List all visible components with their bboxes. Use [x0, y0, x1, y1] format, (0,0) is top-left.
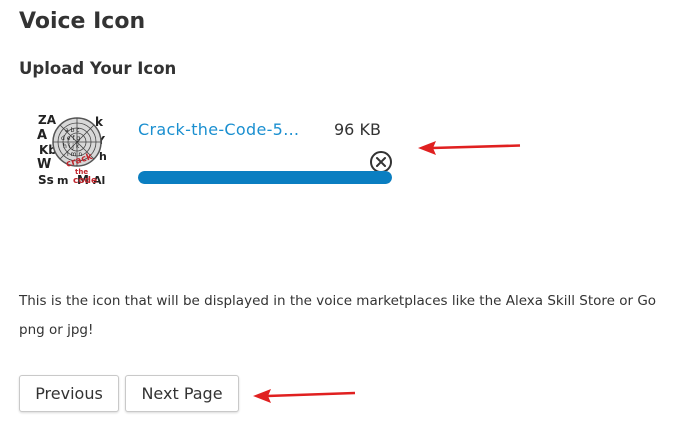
icon-description: This is the icon that will be displayed … [19, 287, 700, 345]
svg-text:W: W [37, 157, 51, 172]
svg-text:code: code [73, 176, 97, 186]
file-size: 96 KB [334, 120, 381, 139]
next-page-button[interactable]: Next Page [125, 375, 239, 412]
page-title: Voice Icon [19, 9, 146, 34]
red-arrow-annotation-next [253, 389, 356, 403]
svg-text:ZA: ZA [38, 113, 57, 127]
svg-text:h i j k: h i j k [63, 143, 80, 150]
description-line-1: This is the icon that will be displayed … [19, 293, 657, 309]
svg-text:Ss: Ss [38, 173, 54, 187]
upload-progress-bar [138, 171, 392, 184]
svg-text:d e f g: d e f g [61, 135, 80, 142]
upload-progress-fill [138, 171, 392, 184]
red-arrow-annotation-file [418, 141, 521, 155]
svg-text:the: the [75, 168, 88, 176]
svg-text:A: A [37, 128, 47, 143]
description-line-2: png or jpg! [19, 322, 94, 338]
upload-section-title: Upload Your Icon [19, 59, 177, 78]
previous-button[interactable]: Previous [19, 375, 119, 412]
svg-text:m: m [57, 174, 68, 187]
uploaded-file-link[interactable]: Crack-the-Code-5… [138, 120, 299, 139]
icon-thumbnail: ZA A Kb W Ss k Y h M Al m a b c d e f g … [37, 112, 112, 187]
svg-text:h: h [99, 150, 107, 163]
svg-text:a b c: a b c [65, 127, 80, 134]
crack-the-code-image: ZA A Kb W Ss k Y h M Al m a b c d e f g … [37, 112, 112, 187]
